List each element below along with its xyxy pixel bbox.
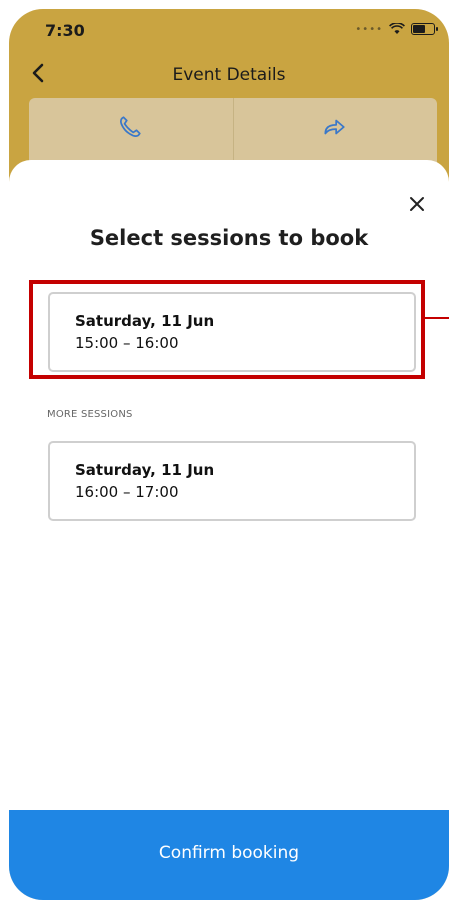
status-icons: •••• [355,23,438,35]
session-date: Saturday, 11 Jun [75,461,215,479]
session-time: 16:00 – 17:00 [75,483,179,501]
highlight-connector-line [425,317,449,319]
status-bar: 7:30 •••• [9,9,449,53]
sheet-title: Select sessions to book [89,226,369,250]
signal-dots-icon: •••• [355,23,383,35]
close-icon[interactable] [407,194,427,214]
session-date: Saturday, 11 Jun [75,312,215,330]
battery-icon [411,23,438,35]
status-time: 7:30 [45,21,85,40]
confirm-booking-button[interactable]: Confirm booking [9,810,449,900]
session-option[interactable]: Saturday, 11 Jun 16:00 – 17:00 [48,441,416,521]
phone-screen: 7:30 •••• Event Details Select sessions … [9,9,449,900]
session-picker-sheet: Select sessions to book Saturday, 11 Jun… [9,160,449,900]
session-time: 15:00 – 16:00 [75,334,179,352]
share-arrow-icon [324,119,345,135]
wifi-icon [389,23,405,34]
session-option-selected[interactable]: Saturday, 11 Jun 15:00 – 16:00 [48,292,416,372]
more-sessions-label: MORE SESSIONS [47,409,133,420]
app-header: Event Details [9,53,449,97]
page-title: Event Details [172,65,286,85]
phone-icon [120,116,141,137]
confirm-booking-label: Confirm booking [158,843,300,863]
